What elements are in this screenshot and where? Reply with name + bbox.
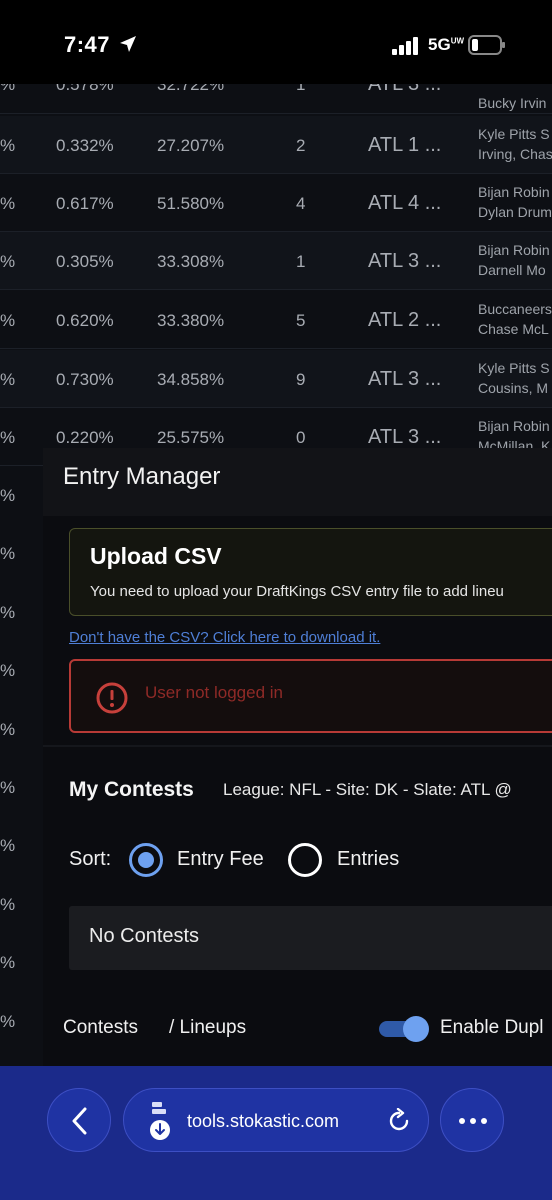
table-row[interactable]: % 0.305% 33.308% 1 ATL 3 ... Bijan Robin… [0, 232, 552, 290]
side-pct: % [0, 953, 16, 972]
table-row[interactable]: % 0.620% 33.380% 5 ATL 2 ... Buccaneers … [0, 291, 552, 349]
side-pct: % [0, 1012, 16, 1031]
chevron-left-icon [72, 1107, 87, 1135]
table-row[interactable]: % 0.578% 32.722% 1 ATL 3 ... Bucky Irvin [0, 84, 552, 114]
more-dot-icon [459, 1118, 465, 1124]
sort-entry-fee-label[interactable]: Entry Fee [177, 848, 264, 871]
address-bar[interactable]: tools.stokastic.com [123, 1088, 429, 1152]
sort-entries-radio[interactable] [288, 843, 322, 877]
upload-csv-box[interactable]: Upload CSV You need to upload your Draft… [69, 528, 552, 616]
sort-entry-fee-radio[interactable] [129, 843, 163, 877]
browser-toolbar: tools.stokastic.com [0, 1066, 552, 1200]
site-download-icon [150, 1102, 170, 1140]
table-row[interactable]: % 0.332% 27.207% 2 ATL 1 ... Kyle Pitts … [0, 116, 552, 174]
contests-info: League: NFL - Site: DK - Slate: ATL @ [223, 780, 512, 799]
battery-icon [468, 35, 505, 55]
toggle-label: Enable Dupl [440, 1017, 544, 1038]
alert-text: User not logged in [145, 683, 283, 702]
error-alert: User not logged in [69, 659, 552, 733]
error-icon [96, 682, 128, 714]
section-divider [43, 745, 552, 747]
cellular-signal-icon [392, 37, 418, 55]
side-pct: % [0, 720, 16, 739]
side-pct: % [0, 603, 16, 622]
tab-lineups[interactable]: / Lineups [169, 1017, 246, 1039]
table-row[interactable]: % 0.617% 51.580% 4 ATL 4 ... Bijan Robin… [0, 174, 552, 232]
upload-description: You need to upload your DraftKings CSV e… [90, 583, 504, 600]
contests-list: No Contests [69, 906, 552, 970]
side-pct: % [0, 836, 16, 855]
toggle-knob [403, 1016, 429, 1042]
more-dot-icon [470, 1118, 476, 1124]
download-csv-link[interactable]: Don't have the CSV? Click here to downlo… [69, 629, 380, 646]
back-button[interactable] [47, 1088, 111, 1152]
status-time: 7:47 [64, 32, 111, 57]
more-dot-icon [481, 1118, 487, 1124]
side-pct: % [0, 895, 16, 914]
sort-label: Sort: [69, 848, 112, 870]
more-options-button[interactable] [440, 1088, 504, 1152]
reload-icon[interactable] [386, 1108, 412, 1134]
my-contests-title: My Contests [69, 778, 194, 801]
side-pct: % [0, 661, 16, 680]
enable-duplicates-toggle[interactable] [379, 1016, 429, 1042]
empty-state-text: No Contests [89, 925, 200, 947]
location-arrow-icon [120, 36, 136, 52]
panel-header: Entry Manager [43, 448, 552, 516]
url-text: tools.stokastic.com [187, 1111, 340, 1131]
table-row[interactable]: % 0.730% 34.858% 9 ATL 3 ... Kyle Pitts … [0, 350, 552, 408]
tab-contests[interactable]: Contests [63, 1017, 138, 1039]
side-pct: % [0, 778, 16, 797]
side-pct: % [0, 544, 16, 563]
side-pct: % [0, 486, 16, 505]
status-bar: 7:47 5GUW [0, 0, 552, 84]
sort-entries-label[interactable]: Entries [337, 848, 399, 871]
entry-manager-panel: Entry Manager Upload CSV You need to upl… [43, 448, 552, 1066]
network-type: 5GUW [428, 35, 465, 54]
upload-title: Upload CSV [90, 543, 222, 569]
panel-title: Entry Manager [63, 463, 221, 490]
